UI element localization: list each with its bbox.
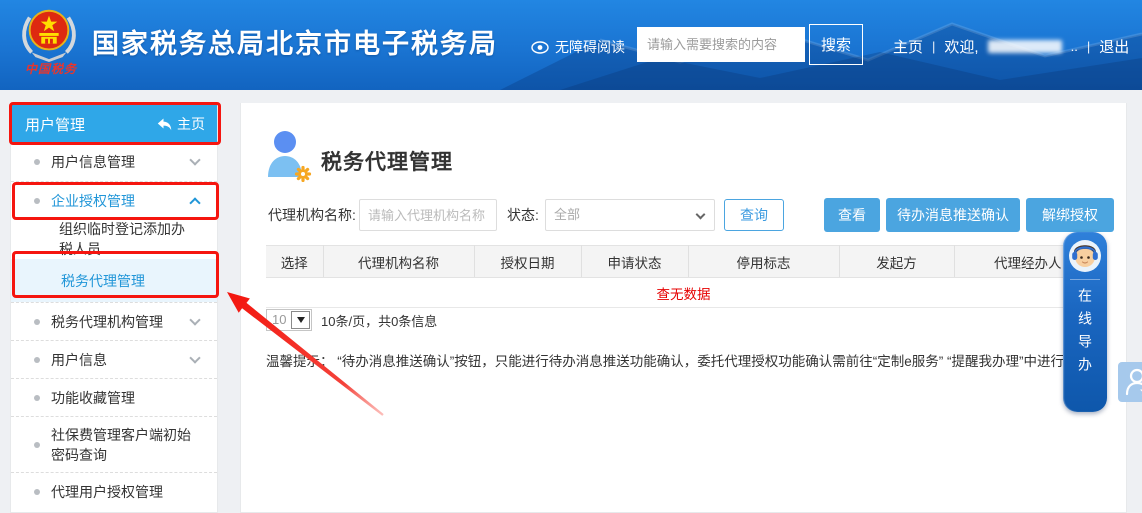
sidebar-item-enterprise-authorization[interactable]: 企业授权管理 [11,181,217,219]
sidebar: 用户管理 主页 用户信息管理 企业授权管理 组织临时登记添加办税人员 税务代理管… [10,105,218,513]
sidebar-item-tax-agency-management[interactable]: 税务代理管理 [11,259,217,302]
chevron-down-icon [189,154,200,165]
sidebar-item-label: 功能收藏管理 [51,388,135,408]
reply-arrow-icon [157,118,172,131]
sidebar-item-user-info[interactable]: 用户信息 [11,340,217,378]
sidebar-item-label: 用户信息管理 [51,152,135,172]
col-disable-flag: 停用标志 [688,246,839,278]
nav-divider: | [1087,39,1090,54]
col-initiator: 发起方 [839,246,954,278]
bullet-icon [34,489,40,495]
bullet-icon [34,319,40,325]
query-button[interactable]: 查询 [724,199,784,231]
warm-tip-text: 温馨提示： “待办消息推送确认”按钮，只能进行待办消息推送功能确认，委托代理授权… [266,352,1098,372]
sidebar-item-social-insurance-initial-password[interactable]: 社保费管理客户端初始密码查询 [11,416,217,472]
header-search-input[interactable] [637,27,805,62]
col-select: 选择 [266,246,323,278]
empty-data-text: 查无数据 [266,278,1101,308]
bullet-icon [34,198,40,204]
agency-table: 选择 代理机构名称 授权日期 申请状态 停用标志 发起方 代理经办人 查无数据 [266,245,1101,308]
sidebar-header-title: 用户管理 [25,114,85,135]
bullet-icon [34,395,40,401]
accessibility-label: 无障碍阅读 [555,37,625,57]
pagination-summary: 10条/页，共0条信息 [321,311,437,330]
table-empty-row: 查无数据 [266,278,1101,308]
header-search-button[interactable]: 搜索 [809,24,863,65]
status-label: 状态: [507,199,539,231]
home-link[interactable]: 主页 [893,36,923,57]
online-guide-label: 在线导办 [1078,288,1092,380]
eye-icon [531,41,549,54]
header-nav: 主页 | 欢迎, .. | 退出 [893,36,1129,57]
col-apply-status: 申请状态 [581,246,688,278]
bullet-icon [34,159,40,165]
nav-divider: | [932,39,935,54]
online-guide-widget[interactable]: 在线导办 [1063,232,1107,412]
pagination: 10 10条/页，共0条信息 [266,309,437,331]
logout-link[interactable]: 退出 [1099,36,1129,57]
welcome-label: 欢迎, [944,36,978,57]
status-selected-value: 全部 [554,207,580,222]
sidebar-item-label: 用户信息 [51,350,107,370]
agency-name-input[interactable] [359,199,497,231]
tax-bureau-emblem-icon [20,4,78,62]
sidebar-item-label: 税务代理机构管理 [51,312,163,332]
masked-username [988,40,1062,53]
page-size-select[interactable]: 10 [266,309,312,331]
sidebar-item-label: 社保费管理客户端初始密码查询 [51,425,191,465]
sidebar-home-label: 主页 [177,114,205,134]
table-header-row: 选择 代理机构名称 授权日期 申请状态 停用标志 发起方 代理经办人 [266,246,1101,278]
bullet-icon [34,442,40,448]
sidebar-item-label: 代理用户授权管理 [51,482,163,502]
sidebar-item-label: 税务代理管理 [61,271,145,291]
sidebar-item-label: 企业授权管理 [51,191,135,211]
chevron-up-icon [189,197,200,208]
bullet-icon [34,357,40,363]
sidebar-item-tax-agency-org-management[interactable]: 税务代理机构管理 [11,302,217,340]
chevron-down-icon [696,210,706,220]
top-header: 中国税务 国家税务总局北京市电子税务局 无障碍阅读 搜索 主页 | 欢迎, ..… [0,0,1142,90]
site-title: 国家税务总局北京市电子税务局 [92,0,498,88]
chevron-down-icon [189,352,200,363]
sidebar-item-temp-registration-add-personnel[interactable]: 组织临时登记添加办税人员 [11,219,217,259]
select-arrow-icon[interactable] [291,311,310,329]
sidebar-item-label: 组织临时登记添加办税人员 [59,219,191,259]
service-avatar-icon [1068,239,1102,273]
unbind-authorization-button[interactable]: 解绑授权 [1026,198,1114,232]
main-panel: 税务代理管理 代理机构名称: 状态: 全部 查询 查看 待办消息推送确认 解绑授… [240,103,1127,513]
person-star-icon [1125,368,1142,396]
sidebar-home-link[interactable]: 主页 [157,114,205,134]
view-button[interactable]: 查看 [824,198,880,232]
person-gear-icon [266,130,312,182]
col-agency-name: 代理机构名称 [323,246,474,278]
page-size-value: 10 [272,312,286,327]
sidebar-header-user-management[interactable]: 用户管理 主页 [11,105,217,143]
sidebar-item-user-info-management[interactable]: 用户信息管理 [11,143,217,181]
agency-name-label: 代理机构名称: [268,199,356,231]
logo-caption: 中国税务 [12,60,90,77]
sidebar-item-agent-user-authorization[interactable]: 代理用户授权管理 [11,472,217,510]
page-title: 税务代理管理 [321,146,453,176]
person-star-floating-button[interactable] [1118,362,1142,402]
sidebar-item-favorites-management[interactable]: 功能收藏管理 [11,378,217,416]
status-select[interactable]: 全部 [545,199,715,231]
chevron-down-icon [189,314,200,325]
divider [1070,279,1100,280]
col-auth-date: 授权日期 [474,246,581,278]
accessibility-reading-link[interactable]: 无障碍阅读 [531,37,625,57]
username-ellipsis: .. [1071,39,1078,54]
pending-message-push-confirm-button[interactable]: 待办消息推送确认 [886,198,1020,232]
